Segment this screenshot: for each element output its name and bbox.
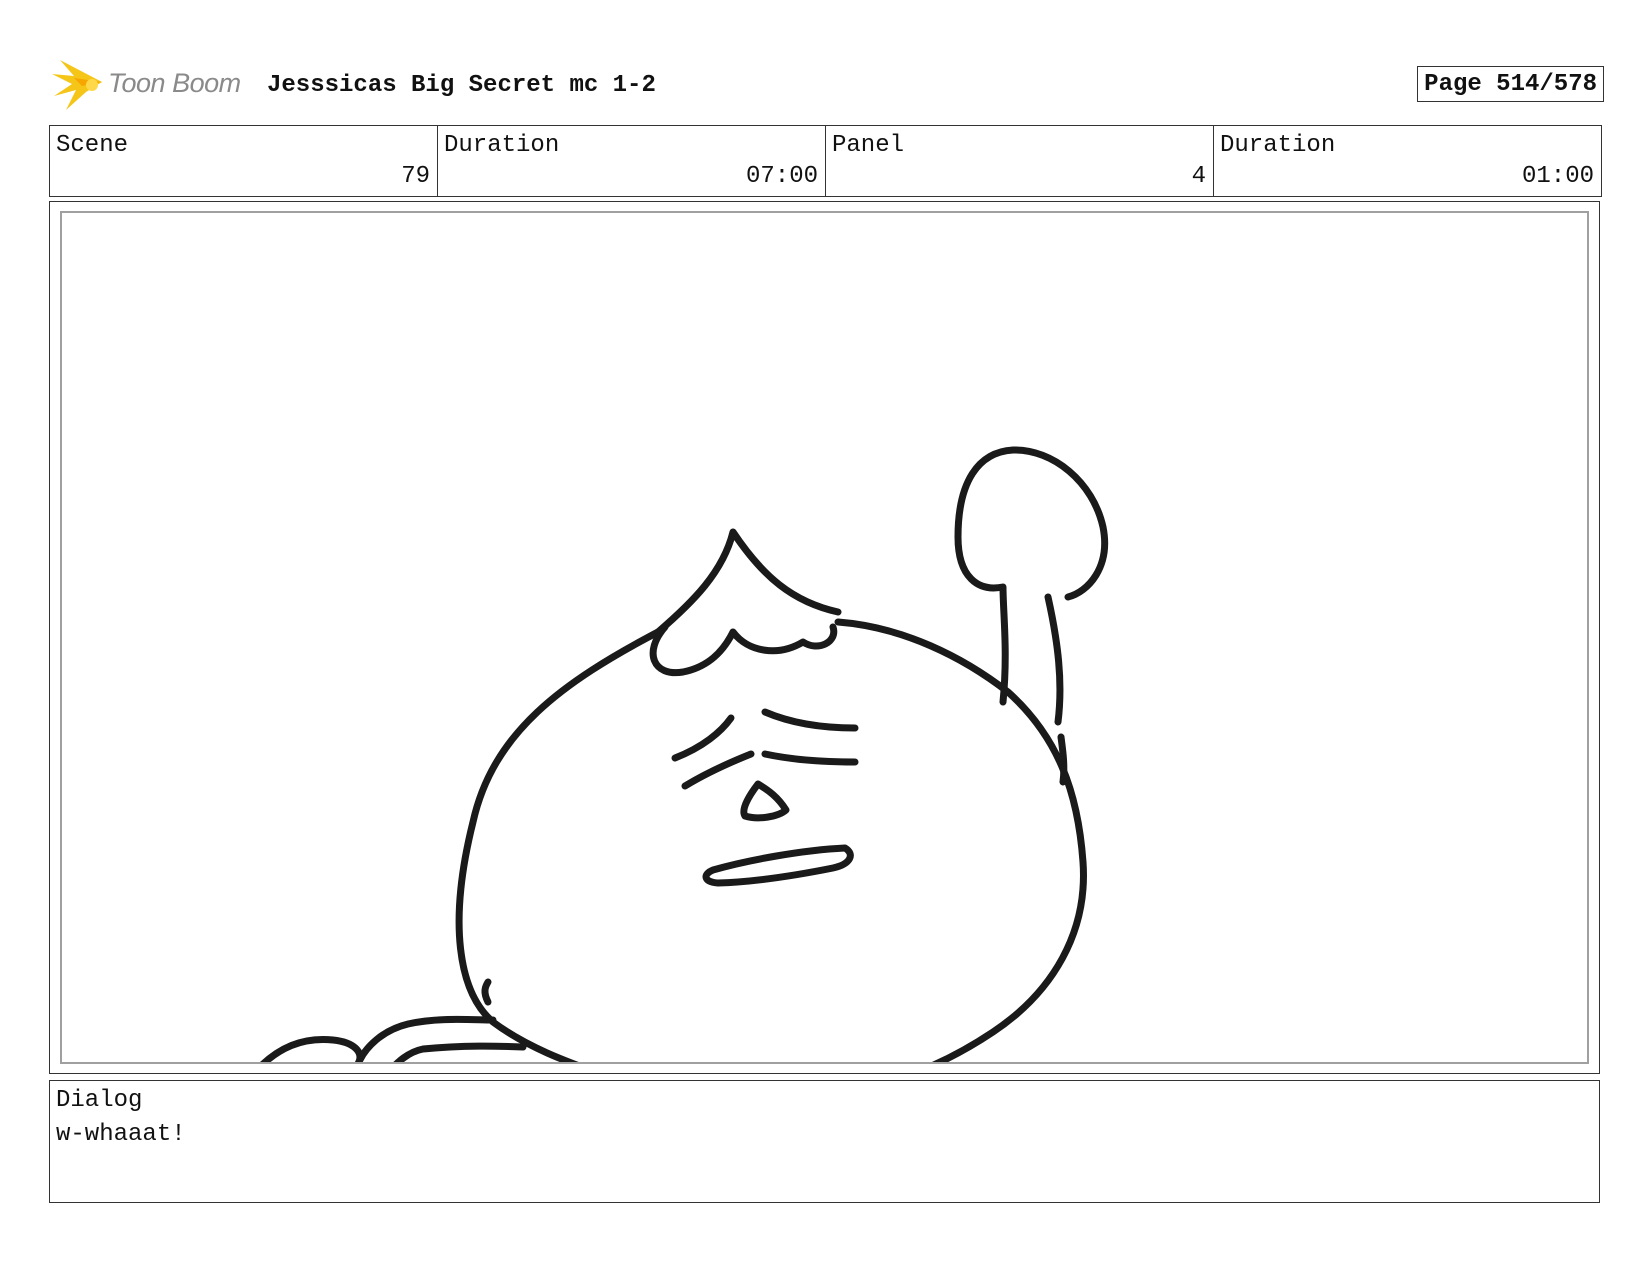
panel-label: Panel xyxy=(832,132,905,159)
scene-info-row: Scene 79 Duration 07:00 Panel 4 Duration… xyxy=(49,125,1602,197)
panel-drawing-area xyxy=(60,211,1589,1064)
panel-cell: Panel 4 xyxy=(826,126,1214,196)
scene-cell: Scene 79 xyxy=(50,126,438,196)
dialog-box: Dialog w-whaaat! xyxy=(49,1080,1600,1203)
scene-duration-value: 07:00 xyxy=(745,163,818,190)
logo-text: Toon Boom xyxy=(108,68,241,98)
storyboard-header: Toon Boom Jesssicas Big Secret mc 1-2 Pa… xyxy=(52,56,1604,114)
page-number: Page 514/578 xyxy=(1417,66,1604,102)
character-sketch xyxy=(260,446,1109,1062)
dialog-label: Dialog xyxy=(56,1087,143,1114)
toon-boom-logo: Toon Boom xyxy=(52,56,252,114)
scene-duration-cell: Duration 07:00 xyxy=(438,126,826,196)
scene-label: Scene xyxy=(56,132,129,159)
storyboard-panel xyxy=(49,201,1600,1074)
scene-value: 79 xyxy=(401,163,430,190)
panel-duration-cell: Duration 01:00 xyxy=(1214,126,1601,196)
panel-duration-value: 01:00 xyxy=(1521,163,1594,190)
project-title: Jesssicas Big Secret mc 1-2 xyxy=(267,72,656,99)
dialog-text: w-whaaat! xyxy=(56,1121,186,1148)
panel-duration-label: Duration xyxy=(1220,132,1336,159)
scene-duration-label: Duration xyxy=(444,132,560,159)
panel-value: 4 xyxy=(1191,163,1206,190)
star-burst-icon xyxy=(52,60,102,110)
